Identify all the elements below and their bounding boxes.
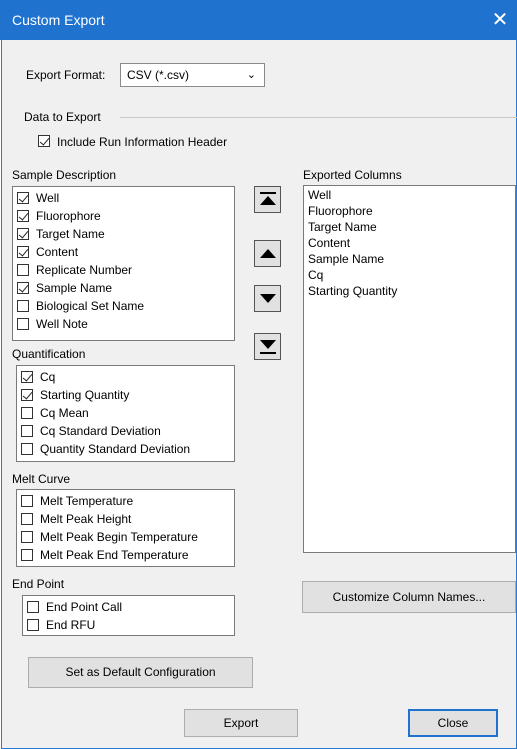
data-to-export-label: Data to Export (24, 110, 101, 124)
item-label: Well Note (36, 317, 88, 331)
item-label: End Point Call (46, 600, 123, 614)
end-point-list: End Point Call End RFU (22, 595, 235, 636)
column-item[interactable]: Sample Name (308, 252, 384, 266)
title-bar: Custom Export ✕ (0, 0, 517, 40)
close-button[interactable]: Close (408, 709, 498, 737)
customize-column-names-button[interactable]: Customize Column Names... (302, 581, 516, 613)
checkbox[interactable] (21, 425, 33, 437)
arrow-up-icon (260, 249, 276, 258)
column-item[interactable]: Cq (308, 268, 323, 282)
item-label: Melt Peak End Temperature (40, 548, 189, 562)
column-item[interactable]: Content (308, 236, 350, 250)
checkbox[interactable] (17, 210, 29, 222)
column-item[interactable]: Well (308, 188, 331, 202)
chevron-down-icon: ⌄ (246, 69, 256, 81)
item-label: Melt Peak Begin Temperature (40, 530, 198, 544)
checkbox[interactable] (17, 192, 29, 204)
checkbox[interactable] (21, 513, 33, 525)
end-point-label: End Point (12, 577, 65, 591)
checkbox[interactable] (17, 318, 29, 330)
checkbox[interactable] (27, 619, 39, 631)
move-up-button[interactable] (254, 240, 281, 267)
bottom-bar-icon (260, 352, 276, 354)
sample-description-list: Well Fluorophore Target Name Content Rep… (12, 186, 235, 341)
sample-description-label: Sample Description (12, 168, 117, 182)
exported-columns-label: Exported Columns (303, 168, 402, 182)
checkbox[interactable] (21, 495, 33, 507)
checkbox[interactable] (21, 443, 33, 455)
item-label: Melt Temperature (40, 494, 134, 508)
arrow-up-icon (260, 196, 276, 205)
checkbox[interactable] (17, 246, 29, 258)
item-label: Well (36, 191, 60, 205)
checkbox[interactable] (17, 228, 29, 240)
include-header-checkbox[interactable] (38, 135, 50, 147)
checkbox[interactable] (21, 371, 33, 383)
group-divider (120, 117, 517, 118)
item-label: Cq Mean (40, 406, 89, 420)
column-item[interactable]: Fluorophore (308, 204, 373, 218)
move-down-button[interactable] (254, 285, 281, 312)
item-label: Quantity Standard Deviation (40, 442, 191, 456)
include-header-label: Include Run Information Header (57, 135, 228, 149)
checkbox[interactable] (21, 389, 33, 401)
column-item[interactable]: Starting Quantity (308, 284, 397, 298)
item-label: Content (36, 245, 79, 259)
item-label: Target Name (36, 227, 105, 241)
quantification-list: Cq Starting Quantity Cq Mean Cq Standard… (16, 365, 235, 462)
arrow-down-icon (260, 294, 276, 303)
item-label: Biological Set Name (36, 299, 145, 313)
item-label: End RFU (46, 618, 96, 632)
checkbox[interactable] (21, 407, 33, 419)
top-bar-icon (260, 192, 276, 194)
move-to-bottom-button[interactable] (254, 333, 281, 360)
window-title: Custom Export (12, 12, 105, 28)
export-format-value: CSV (*.csv) (127, 68, 190, 82)
item-label: Replicate Number (36, 263, 133, 277)
export-format-select[interactable]: CSV (*.csv) ⌄ (120, 63, 265, 87)
item-label: Sample Name (36, 281, 113, 295)
item-label: Fluorophore (36, 209, 101, 223)
checkbox[interactable] (21, 531, 33, 543)
export-format-label: Export Format: (26, 68, 106, 82)
checkbox[interactable] (17, 300, 29, 312)
checkbox[interactable] (17, 264, 29, 276)
melt-curve-list: Melt Temperature Melt Peak Height Melt P… (16, 489, 235, 567)
arrow-down-icon (260, 340, 276, 349)
item-label: Cq (40, 370, 56, 384)
move-to-top-button[interactable] (254, 186, 281, 213)
close-icon[interactable]: ✕ (483, 0, 517, 40)
checkbox[interactable] (27, 601, 39, 613)
set-default-button[interactable]: Set as Default Configuration (28, 657, 253, 688)
checkbox[interactable] (17, 282, 29, 294)
export-button[interactable]: Export (184, 709, 298, 737)
quantification-label: Quantification (12, 347, 86, 361)
item-label: Starting Quantity (40, 388, 130, 402)
checkbox[interactable] (21, 549, 33, 561)
column-item[interactable]: Target Name (308, 220, 377, 234)
item-label: Cq Standard Deviation (40, 424, 161, 438)
melt-curve-label: Melt Curve (12, 472, 71, 486)
item-label: Melt Peak Height (40, 512, 132, 526)
